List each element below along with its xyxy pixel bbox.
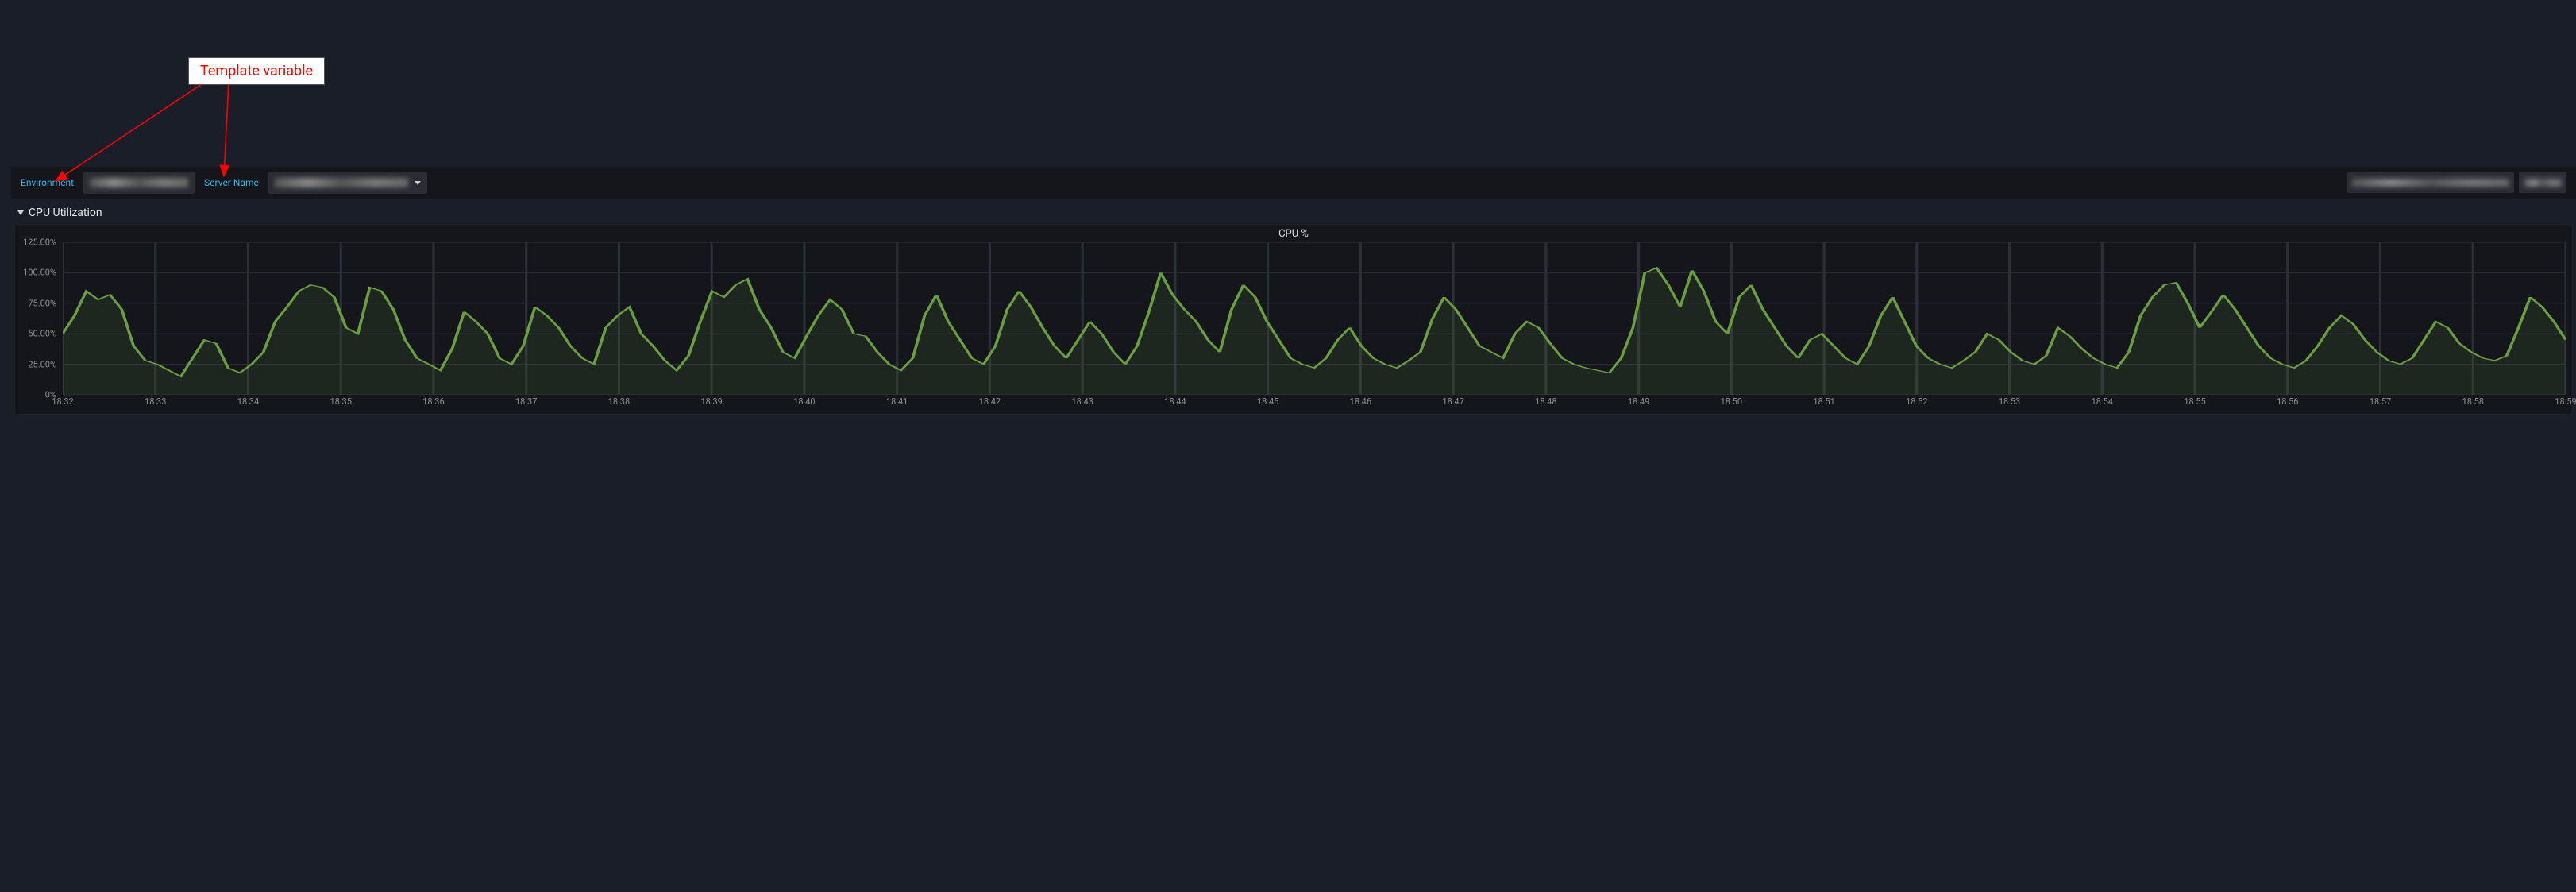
y-tick-label: 100.00% — [23, 268, 56, 278]
redacted-value — [275, 178, 408, 187]
x-tick-label: 18:54 — [2092, 396, 2113, 407]
chevron-down-icon — [415, 181, 421, 185]
x-tick-label: 18:39 — [700, 396, 722, 407]
x-tick-label: 18:38 — [608, 396, 630, 407]
x-tick-label: 18:46 — [1350, 396, 1371, 407]
variable-label-environment: Environment — [16, 177, 79, 188]
y-tick-label: 25.00% — [28, 359, 56, 369]
x-tick-label: 18:52 — [1906, 396, 1927, 407]
x-tick-label: 18:45 — [1257, 396, 1278, 407]
redacted-value — [2524, 179, 2562, 187]
y-tick-label: 50.00% — [28, 329, 56, 339]
row-title: CPU Utilization — [29, 207, 102, 219]
x-tick-label: 18:36 — [422, 396, 444, 407]
x-tick-label: 18:51 — [1813, 396, 1834, 407]
panel-cpu[interactable]: CPU % 0%25.00%50.00%75.00%100.00%125.00%… — [14, 224, 2573, 415]
x-tick-label: 18:49 — [1628, 396, 1649, 407]
redacted-value — [2352, 179, 2509, 187]
time-range-picker[interactable] — [2347, 172, 2514, 193]
x-tick-label: 18:40 — [793, 396, 815, 407]
x-tick-label: 18:50 — [1721, 396, 1742, 407]
toolbar-right — [2347, 172, 2571, 193]
x-tick-label: 18:35 — [330, 396, 352, 407]
x-tick-label: 18:43 — [1071, 396, 1093, 407]
annotation-label: Template variable — [200, 63, 313, 79]
row-header-cpu-utilization[interactable]: CPU Utilization — [11, 199, 2576, 224]
panel-title: CPU % — [15, 225, 2572, 241]
dashboard: Environment Server Name CPU Utilization … — [11, 167, 2576, 892]
x-tick-label: 18:58 — [2462, 396, 2484, 407]
x-tick-label: 18:57 — [2370, 396, 2391, 407]
x-tick-label: 18:44 — [1164, 396, 1186, 407]
x-tick-label: 18:33 — [145, 396, 166, 407]
chart-svg — [63, 242, 2566, 395]
x-tick-label: 18:56 — [2277, 396, 2298, 407]
x-tick-label: 18:41 — [886, 396, 908, 407]
redacted-value — [90, 178, 188, 187]
variable-label-server-name: Server Name — [199, 177, 264, 188]
x-tick-label: 18:48 — [1535, 396, 1556, 407]
annotation-callout: Template variable — [188, 57, 325, 85]
x-tick-label: 18:53 — [1999, 396, 2020, 407]
x-tick-label: 18:32 — [52, 396, 73, 407]
variable-value-environment[interactable] — [83, 172, 195, 194]
x-tick-label: 18:37 — [515, 396, 537, 407]
x-axis: 18:3218:3318:3418:3518:3618:3718:3818:39… — [63, 396, 2566, 411]
series-area — [63, 268, 2566, 395]
y-tick-label: 125.00% — [23, 237, 56, 248]
y-tick-label: 75.00% — [28, 298, 56, 308]
chart-area — [63, 242, 2566, 395]
x-tick-label: 18:59 — [2555, 396, 2576, 407]
variable-value-server-name[interactable] — [268, 172, 427, 194]
y-axis: 0%25.00%50.00%75.00%100.00%125.00% — [15, 242, 61, 395]
x-tick-label: 18:55 — [2184, 396, 2205, 407]
x-tick-label: 18:47 — [1442, 396, 1463, 407]
variable-row: Environment Server Name — [11, 167, 2576, 199]
x-tick-label: 18:42 — [979, 396, 1001, 407]
refresh-button[interactable] — [2519, 172, 2566, 193]
x-tick-label: 18:34 — [237, 396, 259, 407]
chevron-down-icon — [17, 210, 24, 215]
